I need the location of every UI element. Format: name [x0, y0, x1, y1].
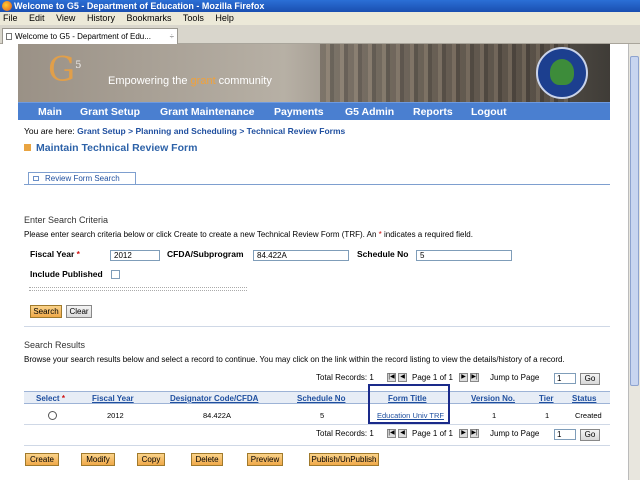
menu-edit[interactable]: Edit — [29, 13, 45, 23]
banner-slogan: Empowering the grant community — [108, 75, 272, 87]
tab-close-icon[interactable]: ÷ — [170, 29, 174, 44]
cell-status: Created — [575, 411, 602, 420]
banner-background — [320, 44, 570, 102]
form-title-link[interactable]: Education Univ TRF — [377, 411, 444, 420]
total-records-bottom: Total Records: 1 — [316, 429, 374, 438]
cfda-input[interactable]: 84.422A — [253, 250, 349, 261]
nav-main[interactable]: Main — [38, 103, 62, 121]
include-published-label: Include Published — [30, 269, 103, 279]
nav-reports[interactable]: Reports — [413, 103, 453, 121]
cell-designator: 84.422A — [203, 411, 231, 420]
main-nav: Main Grant Setup Grant Maintenance Payme… — [18, 102, 610, 120]
modify-button[interactable]: Modify — [81, 453, 115, 466]
first-page-icon[interactable]: |◀ — [387, 373, 396, 382]
nav-grant-maintenance[interactable]: Grant Maintenance — [160, 103, 255, 121]
col-select: Select * — [36, 394, 65, 403]
jump-label-bottom: Jump to Page — [490, 429, 540, 438]
g5-logo: G5 — [48, 49, 82, 90]
tab-review-form-search[interactable]: Review Form Search — [28, 172, 136, 184]
results-table-header: Select * Fiscal Year Designator Code/CFD… — [24, 391, 610, 404]
criteria-hint: Please enter search criteria below or cl… — [24, 230, 473, 239]
menu-help[interactable]: Help — [215, 13, 234, 23]
criteria-heading: Enter Search Criteria — [24, 215, 109, 225]
cfda-label: CFDA/Subprogram — [167, 249, 244, 259]
page-indicator: Page 1 of 1 — [412, 373, 453, 382]
vertical-scrollbar[interactable] — [628, 44, 640, 480]
row-divider — [24, 424, 610, 425]
firefox-icon — [2, 1, 12, 11]
nav-g5-admin[interactable]: G5 Admin — [345, 103, 394, 121]
jump-page-input[interactable]: 1 — [554, 373, 576, 384]
col-schedule[interactable]: Schedule No — [297, 394, 345, 403]
window-title-bar: Welcome to G5 - Department of Education … — [0, 0, 640, 12]
breadcrumb-trf[interactable]: Technical Review Forms — [247, 126, 346, 136]
browser-tab[interactable]: Welcome to G5 - Department of Edu... ÷ — [2, 28, 178, 44]
page-content: G5 Empowering the grant community Main G… — [0, 44, 628, 480]
nav-grant-setup[interactable]: Grant Setup — [80, 103, 140, 121]
page-title: Maintain Technical Review Form — [24, 142, 197, 154]
clear-button[interactable]: Clear — [66, 305, 92, 318]
col-status[interactable]: Status — [572, 394, 596, 403]
actions-divider — [24, 445, 610, 446]
include-published-checkbox[interactable] — [111, 270, 120, 279]
col-fiscal-year[interactable]: Fiscal Year — [92, 394, 134, 403]
window-title: Welcome to G5 - Department of Education … — [14, 1, 265, 11]
nav-logout[interactable]: Logout — [471, 103, 507, 121]
cell-tier: 1 — [545, 411, 550, 420]
page-icon — [6, 33, 12, 40]
tab-divider — [24, 184, 610, 185]
menu-tools[interactable]: Tools — [183, 13, 204, 23]
menu-history[interactable]: History — [87, 13, 115, 23]
col-tier[interactable]: Tier — [539, 394, 554, 403]
cell-fiscal-year: 2012 — [107, 411, 124, 420]
breadcrumb-planning[interactable]: Planning and Scheduling — [135, 126, 237, 136]
go-button[interactable]: Go — [580, 373, 600, 385]
total-records: Total Records: 1 — [316, 373, 374, 382]
browser-tab-bar: Welcome to G5 - Department of Edu... ÷ — [0, 25, 640, 44]
last-page-icon[interactable]: ▶| — [470, 373, 479, 382]
menu-bookmarks[interactable]: Bookmarks — [126, 13, 171, 23]
publish-button[interactable]: Publish/UnPublish — [309, 453, 379, 466]
cell-version: 1 — [492, 411, 497, 420]
breadcrumb: You are here: Grant Setup > Planning and… — [24, 126, 346, 136]
search-button[interactable]: Search — [30, 305, 62, 318]
select-radio[interactable] — [48, 411, 57, 420]
cell-schedule: 5 — [320, 411, 325, 420]
col-designator[interactable]: Designator Code/CFDA — [170, 394, 258, 403]
department-seal-icon — [536, 47, 588, 99]
next-page-icon-bottom[interactable]: ▶ — [459, 429, 468, 438]
browser-tab-label: Welcome to G5 - Department of Edu... — [15, 32, 151, 41]
first-page-icon-bottom[interactable]: |◀ — [387, 429, 396, 438]
preview-button[interactable]: Preview — [247, 453, 283, 466]
prev-page-icon[interactable]: ◀ — [398, 373, 407, 382]
menu-bar: File Edit View History Bookmarks Tools H… — [0, 12, 640, 25]
title-bullet-icon — [24, 144, 31, 151]
go-button-bottom[interactable]: Go — [580, 429, 600, 441]
schedule-label: Schedule No — [357, 249, 409, 259]
col-version[interactable]: Version No. — [471, 394, 515, 403]
banner: G5 Empowering the grant community — [18, 44, 610, 102]
delete-button[interactable]: Delete — [191, 453, 223, 466]
schedule-input[interactable]: 5 — [416, 250, 512, 261]
jump-page-input-bottom[interactable]: 1 — [554, 429, 576, 440]
last-page-icon-bottom[interactable]: ▶| — [470, 429, 479, 438]
results-hint: Browse your search results below and sel… — [24, 355, 565, 364]
next-page-icon[interactable]: ▶ — [459, 373, 468, 382]
menu-file[interactable]: File — [3, 13, 18, 23]
jump-label: Jump to Page — [490, 373, 540, 382]
menu-view[interactable]: View — [56, 13, 75, 23]
create-button[interactable]: Create — [25, 453, 59, 466]
results-heading: Search Results — [24, 340, 86, 350]
section-divider — [24, 326, 610, 327]
page-indicator-bottom: Page 1 of 1 — [412, 429, 453, 438]
divider-dotted — [29, 287, 247, 291]
prev-page-icon-bottom[interactable]: ◀ — [398, 429, 407, 438]
nav-payments[interactable]: Payments — [274, 103, 324, 121]
fiscal-year-label: Fiscal Year * — [30, 249, 80, 259]
tab-form-icon — [33, 176, 39, 181]
copy-button[interactable]: Copy — [137, 453, 165, 466]
breadcrumb-grant-setup[interactable]: Grant Setup — [77, 126, 126, 136]
fiscal-year-input[interactable]: 2012 — [110, 250, 160, 261]
scrollbar-thumb[interactable] — [630, 56, 639, 386]
